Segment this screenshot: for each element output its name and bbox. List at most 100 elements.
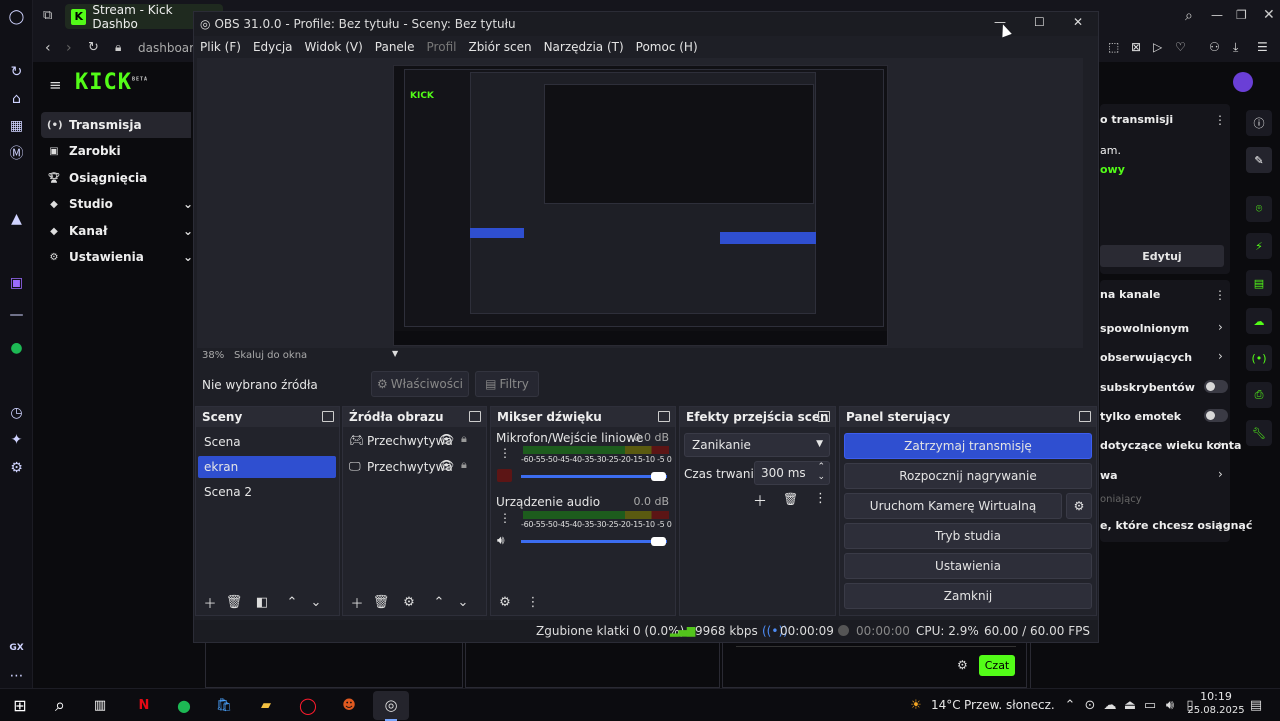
- nav-item-osiagniecia[interactable]: 🏆︎ Osiągnięcia: [41, 165, 193, 191]
- clock-time[interactable]: 10:19: [1196, 690, 1236, 703]
- netflix-icon[interactable]: N: [134, 695, 154, 715]
- tab-list-icon[interactable]: ⧉: [43, 8, 52, 23]
- mic-volume-knob[interactable]: [651, 472, 666, 481]
- mic-muted-icon[interactable]: [497, 469, 512, 482]
- menu-edycja[interactable]: Edycja: [253, 40, 293, 54]
- nav-item-ustawienia[interactable]: ⚙ Ustawienia ⌄: [41, 244, 193, 270]
- duration-stepper[interactable]: 300 ms ⌃ ⌄: [754, 461, 830, 485]
- filters-button[interactable]: ▤ Filtry: [475, 371, 539, 397]
- gx-store-icon[interactable]: ⌂: [7, 89, 26, 108]
- emotes-toggle[interactable]: [1204, 409, 1228, 422]
- scene-item[interactable]: Scena: [198, 431, 336, 453]
- extensions-icon[interactable]: ✦: [7, 430, 26, 449]
- tray-app-icon[interactable]: ⊙: [1080, 695, 1100, 715]
- scene-filters-icon[interactable]: ◧: [253, 593, 271, 611]
- undock-icon[interactable]: [1079, 411, 1091, 422]
- chat-icon[interactable]: ☁: [1246, 308, 1272, 334]
- nav-item-transmisja[interactable]: (•) Transmisja: [41, 112, 191, 138]
- virtual-camera-settings-icon[interactable]: ⚙: [1066, 493, 1092, 519]
- obs-taskbar-icon[interactable]: ◎: [381, 695, 401, 715]
- document-icon[interactable]: ▤: [1246, 270, 1272, 296]
- more-icon[interactable]: ⋯: [7, 666, 26, 685]
- setting-goal[interactable]: e, które chcesz osiągnąć: [1100, 519, 1252, 532]
- move-down-icon[interactable]: ⌄: [454, 593, 472, 611]
- address-bar[interactable]: dashboard: [138, 41, 201, 55]
- notifications-icon[interactable]: ▤: [1246, 695, 1266, 715]
- add-scene-icon[interactable]: ＋: [201, 593, 219, 612]
- settings-button[interactable]: Ustawienia: [844, 553, 1092, 579]
- edit-button[interactable]: Edytuj: [1100, 245, 1224, 267]
- printer-icon[interactable]: ⎙: [1246, 382, 1272, 408]
- undock-icon[interactable]: [469, 411, 481, 422]
- add-transition-icon[interactable]: ＋: [753, 491, 767, 511]
- lock-icon[interactable]: 🔒︎: [461, 458, 467, 472]
- move-up-icon[interactable]: ⌃: [283, 593, 301, 611]
- desktop-volume-knob[interactable]: [651, 537, 666, 546]
- remove-source-icon[interactable]: 🗑︎: [372, 593, 390, 611]
- source-properties-icon[interactable]: ⚙: [400, 593, 418, 611]
- kick-logo[interactable]: KICKBETA: [75, 70, 148, 95]
- subscribers-toggle[interactable]: [1204, 380, 1228, 393]
- preview-area[interactable]: KICK: [197, 58, 1083, 348]
- nav-item-studio[interactable]: ◆ Studio ⌄: [41, 191, 193, 217]
- file-explorer-icon[interactable]: ▰: [256, 695, 276, 715]
- onedrive-icon[interactable]: ☁: [1100, 695, 1120, 715]
- menu-zbior-scen[interactable]: Zbiór scen: [468, 40, 531, 54]
- undock-icon[interactable]: [322, 411, 334, 422]
- stop-stream-button[interactable]: Zatrzymaj transmisję: [844, 433, 1092, 459]
- usb-icon[interactable]: ⏏: [1120, 695, 1140, 715]
- gx-control-icon[interactable]: ↻: [7, 62, 26, 81]
- exit-button[interactable]: Zamknij: [844, 583, 1092, 609]
- obs-maximize-icon[interactable]: ☐: [1034, 15, 1045, 29]
- twitch-icon[interactable]: ▣: [7, 273, 26, 292]
- nav-item-kanal[interactable]: ◆ Kanał ⌄: [41, 218, 193, 244]
- menu-plik[interactable]: Plik (F): [200, 40, 241, 54]
- lock-icon[interactable]: 🔒︎: [461, 432, 467, 446]
- scale-mode[interactable]: Skaluj do okna: [234, 350, 307, 361]
- clock-date[interactable]: 25.08.2025: [1183, 705, 1249, 716]
- setting-followers[interactable]: obserwujących: [1100, 351, 1192, 364]
- remove-transition-icon[interactable]: 🗑︎: [783, 492, 798, 506]
- spotify-icon[interactable]: ●: [7, 338, 26, 357]
- transition-select[interactable]: Zanikanie ▼: [684, 433, 830, 457]
- info-icon[interactable]: ⓘ: [1246, 110, 1272, 136]
- back-icon[interactable]: ‹: [45, 40, 51, 56]
- forward-icon[interactable]: ›: [66, 40, 72, 56]
- capture-icon[interactable]: ⌾: [1246, 196, 1272, 222]
- tray-chevron-icon[interactable]: ⌃: [1060, 695, 1080, 715]
- transition-menu-icon[interactable]: ⋮: [814, 491, 827, 506]
- mixer-settings-icon[interactable]: ⚙: [496, 593, 514, 611]
- opera-gx-icon[interactable]: ◯: [298, 695, 318, 715]
- setting-wa[interactable]: wa: [1100, 469, 1118, 482]
- nav-item-zarobki[interactable]: ▣ Zarobki: [41, 138, 193, 164]
- avatar[interactable]: [1233, 72, 1253, 92]
- menu-pomoc[interactable]: Pomoc (H): [636, 40, 698, 54]
- mixer-menu-icon[interactable]: ⋮: [524, 593, 542, 611]
- visibility-icon[interactable]: 👁︎: [439, 432, 454, 446]
- start-virtual-camera-button[interactable]: Uruchom Kamerę Wirtualną: [844, 493, 1062, 519]
- bolt-icon[interactable]: ⚡︎: [1246, 233, 1272, 259]
- search-icon[interactable]: ⌕: [1185, 8, 1193, 24]
- volume-icon[interactable]: 🔊︎: [1160, 695, 1180, 715]
- desktop-options-icon[interactable]: ⋮: [499, 511, 511, 525]
- search-icon[interactable]: ⌕: [50, 695, 70, 716]
- stepper-up-icon[interactable]: ⌃: [817, 462, 825, 472]
- scene-item[interactable]: Scena 2: [198, 481, 336, 503]
- menu-profil[interactable]: Profil: [427, 40, 457, 54]
- broadcast-icon[interactable]: (•): [1246, 345, 1272, 371]
- undock-icon[interactable]: [658, 411, 670, 422]
- undock-icon[interactable]: [818, 411, 830, 422]
- menu-icon[interactable]: ☰: [1257, 40, 1268, 54]
- minimize-icon[interactable]: —: [1211, 8, 1223, 22]
- mic-volume-slider[interactable]: [521, 475, 667, 478]
- menu-panele[interactable]: Panele: [375, 40, 415, 54]
- studio-mode-button[interactable]: Tryb studia: [844, 523, 1092, 549]
- box-x-icon[interactable]: ⊠: [1131, 40, 1141, 54]
- pencil-icon[interactable]: ✎: [1246, 147, 1272, 173]
- spotify-icon[interactable]: ●: [174, 695, 194, 715]
- opera-logo-icon[interactable]: ◯: [7, 7, 26, 26]
- mic-options-icon[interactable]: ⋮: [499, 446, 511, 460]
- menu-narzedzia[interactable]: Narzędzia (T): [544, 40, 624, 54]
- desktop-volume-slider[interactable]: [521, 540, 667, 543]
- stepper-down-icon[interactable]: ⌄: [817, 472, 825, 482]
